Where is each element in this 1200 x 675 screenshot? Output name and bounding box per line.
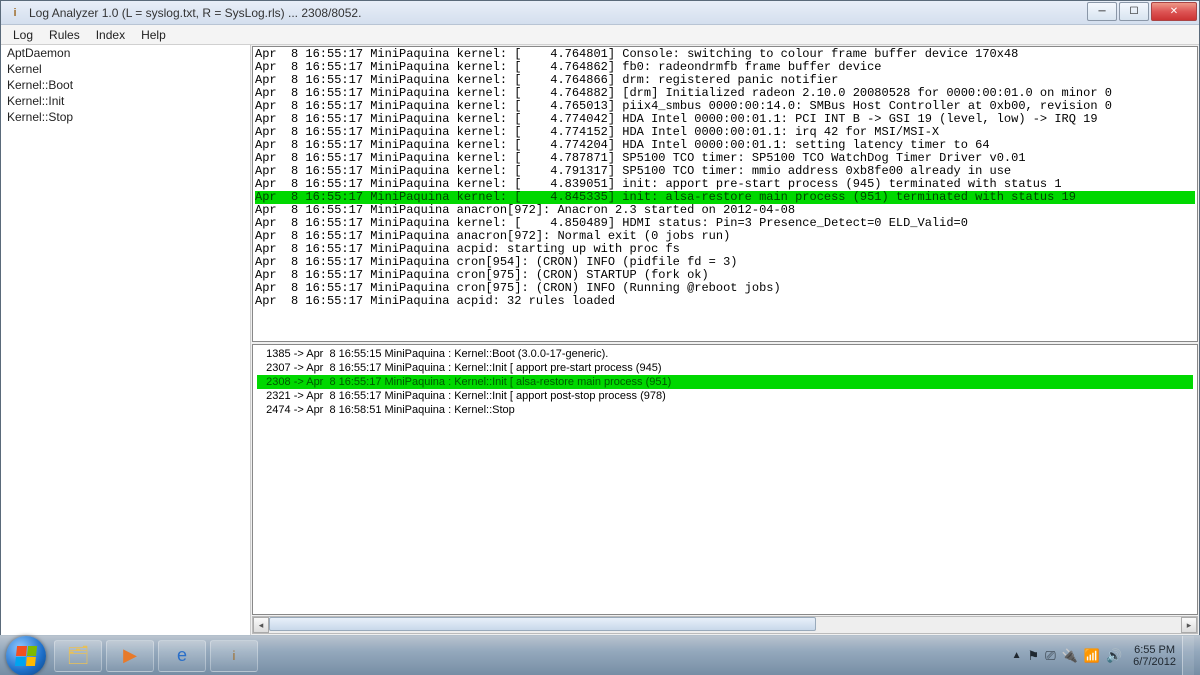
scroll-track[interactable]: [269, 617, 1181, 633]
tray-overflow-icon[interactable]: ▲: [1012, 650, 1022, 661]
minimize-button[interactable]: ─: [1087, 2, 1117, 21]
tray-date: 6/7/2012: [1133, 656, 1176, 668]
network-icon[interactable]: 📶: [1084, 648, 1100, 664]
taskbar-internet-explorer[interactable]: e: [158, 640, 206, 672]
window-title: Log Analyzer 1.0 (L = syslog.txt, R = Sy…: [29, 6, 1087, 20]
taskbar: 🗂 ▶ e i ▲ ⚑ ⎚ 🔌 📶 🔊 6:55 PM 6/7/2012: [0, 635, 1200, 675]
log-view[interactable]: Apr 8 16:55:17 MiniPaquina kernel: [ 4.7…: [252, 46, 1198, 342]
log-line[interactable]: Apr 8 16:55:17 MiniPaquina acpid: 32 rul…: [255, 295, 1195, 308]
hit-line[interactable]: 2308 -> Apr 8 16:55:17 MiniPaquina : Ker…: [257, 375, 1193, 389]
hit-line[interactable]: 2307 -> Apr 8 16:55:17 MiniPaquina : Ker…: [257, 361, 1193, 375]
start-button[interactable]: [6, 636, 46, 675]
menu-rules[interactable]: Rules: [41, 26, 88, 44]
power-icon[interactable]: 🔌: [1062, 648, 1078, 664]
tray-time: 6:55 PM: [1133, 644, 1176, 656]
app-window: i Log Analyzer 1.0 (L = syslog.txt, R = …: [0, 0, 1200, 636]
titlebar[interactable]: i Log Analyzer 1.0 (L = syslog.txt, R = …: [1, 1, 1199, 25]
show-desktop-button[interactable]: [1182, 636, 1194, 675]
sidebar-item-kernel[interactable]: Kernel: [1, 61, 250, 77]
menu-log[interactable]: Log: [5, 26, 41, 44]
menu-index[interactable]: Index: [88, 26, 133, 44]
scroll-right-icon[interactable]: ▸: [1181, 617, 1197, 633]
scroll-left-icon[interactable]: ◂: [253, 617, 269, 633]
device-icon[interactable]: ⎚: [1045, 648, 1055, 664]
taskbar-log-analyzer[interactable]: i: [210, 640, 258, 672]
volume-icon[interactable]: 🔊: [1106, 648, 1122, 664]
close-button[interactable]: ✕: [1151, 2, 1197, 21]
app-icon: i: [7, 5, 23, 21]
taskbar-media-player[interactable]: ▶: [106, 640, 154, 672]
hits-view[interactable]: 1385 -> Apr 8 16:55:15 MiniPaquina : Ker…: [252, 344, 1198, 615]
sidebar-item-kernel-boot[interactable]: Kernel::Boot: [1, 77, 250, 93]
action-center-icon[interactable]: ⚑: [1028, 648, 1040, 664]
rule-tree[interactable]: AptDaemon Kernel Kernel::Boot Kernel::In…: [1, 45, 251, 635]
menu-bar: Log Rules Index Help: [1, 25, 1199, 45]
tray-clock[interactable]: 6:55 PM 6/7/2012: [1133, 644, 1176, 668]
sidebar-item-kernel-stop[interactable]: Kernel::Stop: [1, 109, 250, 125]
menu-help[interactable]: Help: [133, 26, 174, 44]
hit-line[interactable]: 2321 -> Apr 8 16:55:17 MiniPaquina : Ker…: [257, 389, 1193, 403]
horizontal-scrollbar[interactable]: ◂ ▸: [252, 616, 1198, 634]
hit-line[interactable]: 1385 -> Apr 8 16:55:15 MiniPaquina : Ker…: [257, 347, 1193, 361]
windows-logo-icon: [15, 646, 37, 666]
hit-line[interactable]: 2474 -> Apr 8 16:58:51 MiniPaquina : Ker…: [257, 403, 1193, 417]
maximize-button[interactable]: ☐: [1119, 2, 1149, 21]
sidebar-item-kernel-init[interactable]: Kernel::Init: [1, 93, 250, 109]
taskbar-explorer[interactable]: 🗂: [54, 640, 102, 672]
scroll-thumb[interactable]: [269, 617, 816, 631]
system-tray: ▲ ⚑ ⎚ 🔌 📶 🔊 6:55 PM 6/7/2012: [1009, 636, 1200, 675]
sidebar-item-aptdaemon[interactable]: AptDaemon: [1, 45, 250, 61]
